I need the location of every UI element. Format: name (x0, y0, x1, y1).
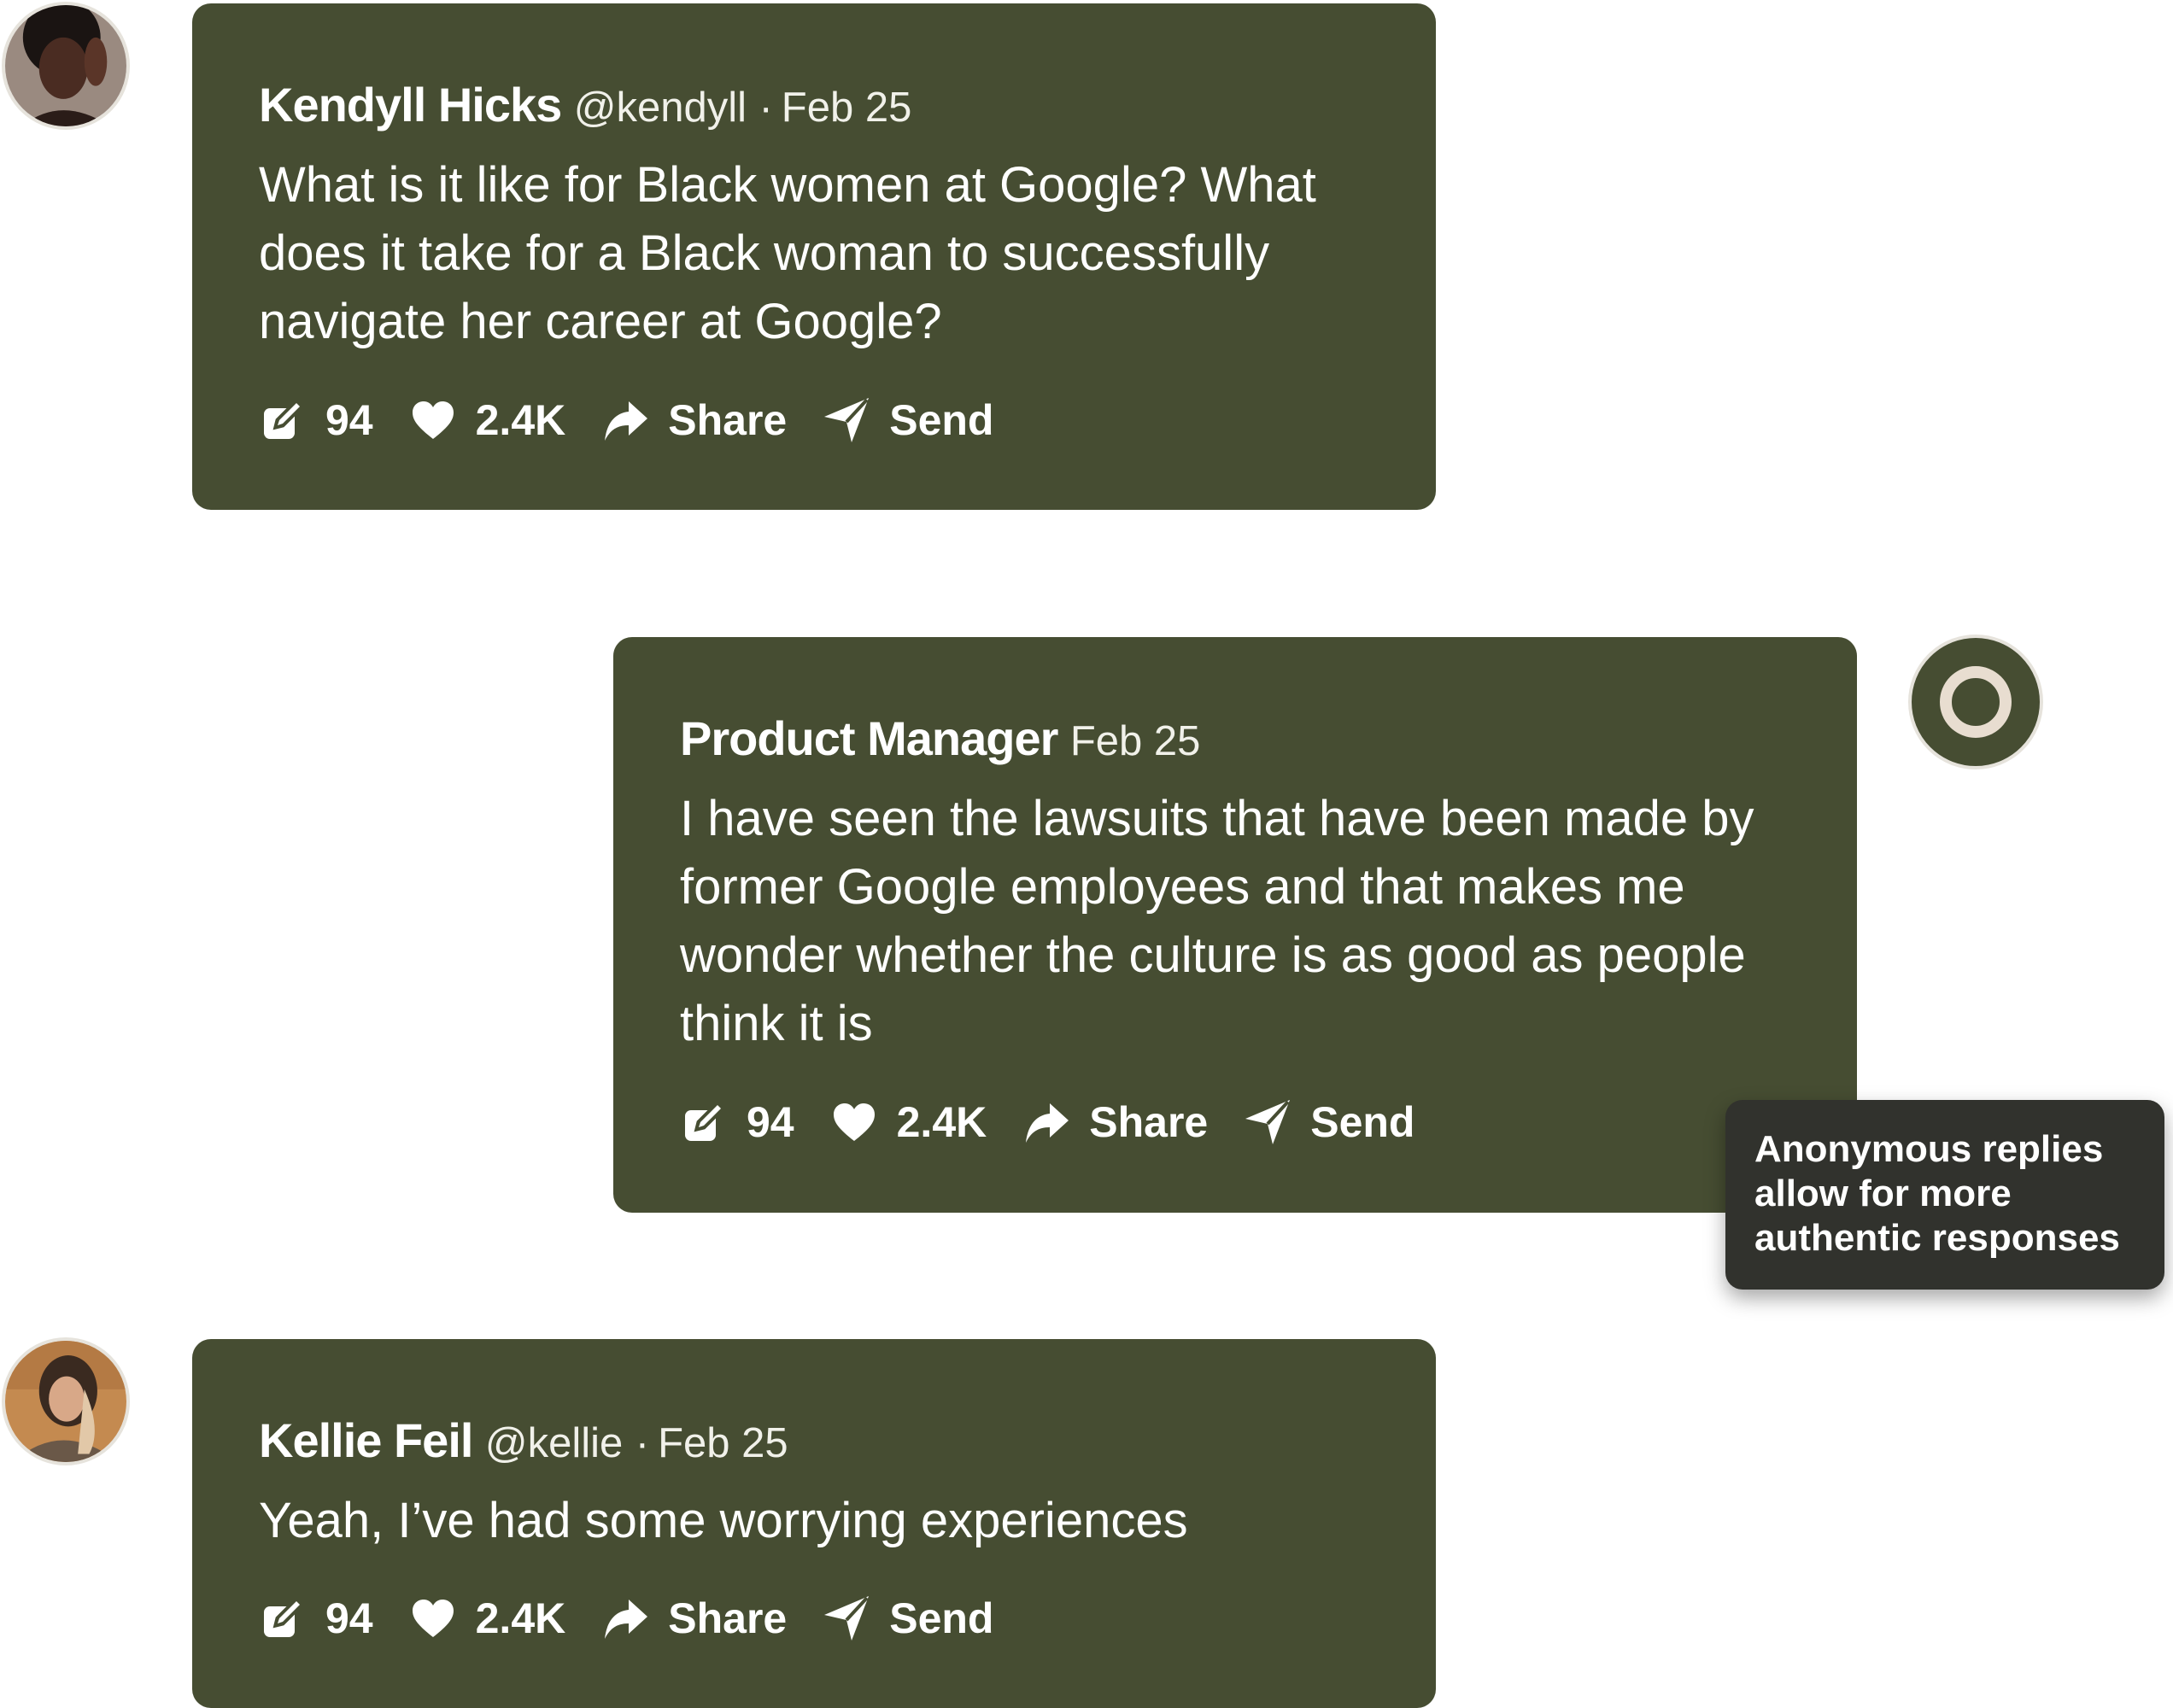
comment-count: 94 (325, 396, 373, 444)
meta-separator: · (758, 85, 773, 131)
comment-icon (264, 398, 305, 439)
post-body: Yeah, I’ve had some worrying experiences (259, 1493, 1188, 1548)
comment-button[interactable]: 94 (259, 1594, 373, 1643)
post-date: Feb 25 (1069, 718, 1201, 764)
like-button[interactable]: 2.4K (409, 1594, 566, 1643)
post-body: I have seen the lawsuits that have been … (680, 791, 1754, 1051)
share-button[interactable]: Share (601, 395, 787, 445)
post-actions: 94 2.4K Share Send (259, 395, 1029, 445)
post-card-kendyll: Kendyll Hicks @kendyll · Feb 25 What is i… (192, 3, 1436, 510)
author-name: Product Manager (680, 711, 1058, 765)
heart-icon (412, 1600, 454, 1637)
share-label: Share (1089, 1098, 1209, 1146)
comment-icon (685, 1100, 726, 1141)
share-icon (605, 1600, 648, 1639)
post-header: Product Manager Feb 25 (680, 711, 1200, 766)
comment-button[interactable]: 94 (259, 395, 373, 445)
post-date: Feb 25 (658, 1420, 788, 1466)
anonymous-replies-tooltip: Anonymous replies allow for more authent… (1725, 1100, 2164, 1290)
like-button[interactable]: 2.4K (830, 1097, 987, 1147)
like-button[interactable]: 2.4K (409, 395, 566, 445)
heart-icon (412, 401, 454, 439)
anonymous-ring-icon (1940, 666, 2012, 738)
author-name[interactable]: Kendyll Hicks (259, 78, 562, 132)
share-label: Share (668, 1594, 788, 1642)
post-body: What is it like for Black women at Googl… (259, 157, 1316, 349)
comment-count: 94 (325, 1594, 373, 1642)
post-actions: 94 2.4K Share Send (680, 1097, 1450, 1147)
post-header: Kellie Feil @kellie · Feb 25 (259, 1413, 788, 1468)
send-button[interactable]: Send (1244, 1097, 1414, 1147)
author-handle[interactable]: @kellie (485, 1420, 623, 1466)
comment-button[interactable]: 94 (680, 1097, 794, 1147)
share-label: Share (668, 396, 788, 444)
send-label: Send (889, 1594, 994, 1642)
post-header: Kendyll Hicks @kendyll · Feb 25 (259, 77, 911, 132)
like-count: 2.4K (475, 396, 566, 444)
avatar-kellie-photo (5, 1341, 126, 1462)
send-icon (824, 398, 870, 442)
avatar-kendyll[interactable] (2, 2, 130, 130)
avatar-kellie[interactable] (2, 1337, 130, 1465)
send-label: Send (1310, 1098, 1415, 1146)
avatar-kendyll-photo (5, 5, 126, 126)
share-icon (605, 401, 648, 441)
share-button[interactable]: Share (1022, 1097, 1208, 1147)
post-card-product-manager: Product Manager Feb 25 I have seen the l… (613, 637, 1857, 1213)
post-actions: 94 2.4K Share Send (259, 1594, 1029, 1643)
comment-icon (264, 1596, 305, 1637)
post-date: Feb 25 (781, 85, 912, 131)
author-name[interactable]: Kellie Feil (259, 1413, 473, 1467)
author-handle[interactable]: @kendyll (574, 85, 747, 131)
send-button[interactable]: Send (823, 1594, 993, 1643)
meta-separator: · (635, 1420, 650, 1466)
share-icon (1026, 1103, 1069, 1143)
like-count: 2.4K (475, 1594, 566, 1642)
heart-icon (833, 1103, 875, 1141)
send-label: Send (889, 396, 994, 444)
post-card-kellie: Kellie Feil @kellie · Feb 25 Yeah, I’ve h… (192, 1339, 1436, 1708)
send-icon (824, 1596, 870, 1641)
send-button[interactable]: Send (823, 395, 993, 445)
like-count: 2.4K (896, 1098, 987, 1146)
send-icon (1245, 1100, 1291, 1144)
anonymous-avatar (1908, 635, 2043, 769)
share-button[interactable]: Share (601, 1594, 787, 1643)
comment-count: 94 (747, 1098, 794, 1146)
